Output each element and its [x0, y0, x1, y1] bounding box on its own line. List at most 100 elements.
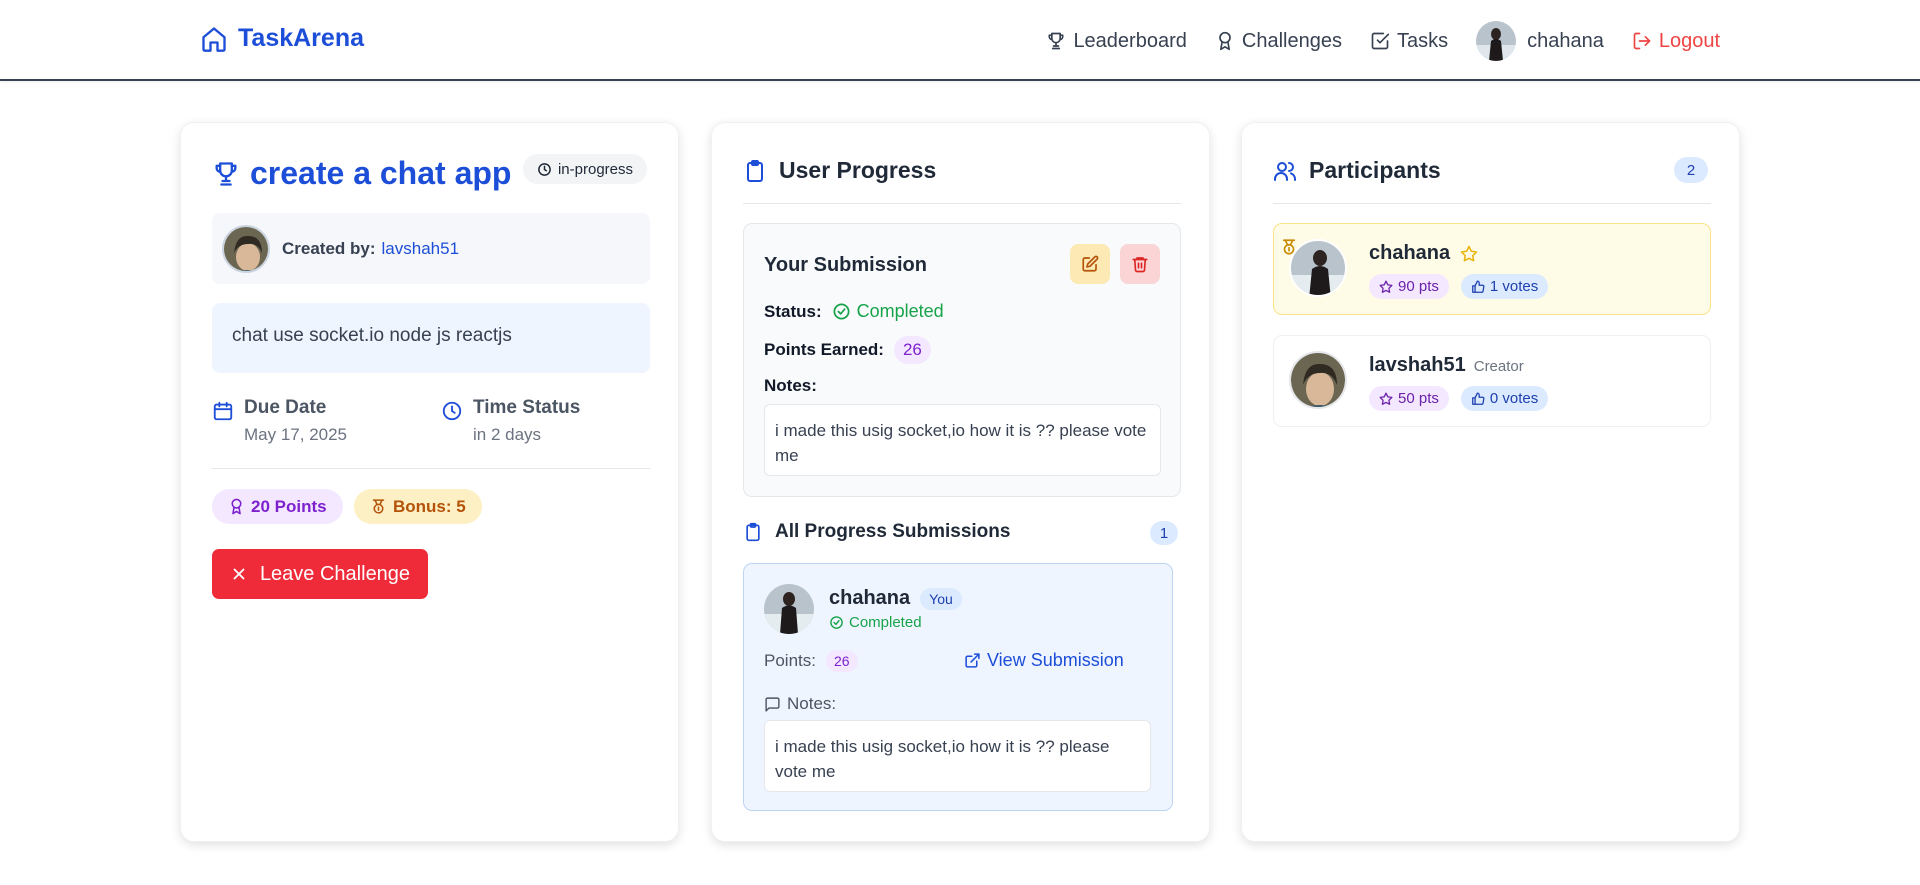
star-icon [1379, 280, 1393, 294]
brand-name: TaskArena [238, 24, 364, 52]
creator-avatar [222, 224, 270, 273]
due-date-block: Due Date May 17, 2025 [212, 397, 347, 445]
star-icon [1460, 245, 1478, 263]
entry-notes-label-row: Notes: [764, 694, 836, 714]
award-icon [228, 498, 245, 515]
trophy-icon [212, 160, 240, 188]
brand-link[interactable]: TaskArena [200, 24, 364, 53]
status-label: in-progress [557, 160, 633, 178]
logout-button[interactable]: Logout [1632, 30, 1720, 53]
user-progress-heading-row: User Progress [743, 157, 936, 184]
participant-votes[interactable]: 1 votes [1460, 274, 1549, 299]
created-by-label: Created by: [282, 238, 376, 258]
due-date-label: Due Date [244, 397, 327, 418]
points-badge: 20 Points [212, 489, 343, 524]
points-earned-row: Points Earned: 26 [764, 336, 931, 364]
clock-icon [537, 162, 552, 177]
your-submission-title: Your Submission [764, 254, 927, 276]
participant-points-value: 50 pts [1398, 390, 1439, 407]
all-submissions-heading: All Progress Submissions [775, 521, 1011, 542]
submission-entry: chahana You Completed Points: 26 View Su… [743, 563, 1173, 811]
all-submissions-heading-row: All Progress Submissions [743, 521, 1010, 543]
challenge-description: chat use socket.io node js reactjs [212, 303, 650, 373]
divider [743, 203, 1181, 204]
creator-link[interactable]: lavshah51 [382, 239, 460, 259]
nav-challenges[interactable]: Challenges [1215, 30, 1342, 53]
time-status-value: in 2 days [473, 425, 542, 444]
delete-submission-button[interactable] [1120, 244, 1160, 284]
message-icon [764, 696, 781, 713]
view-submission-label: View Submission [987, 650, 1124, 670]
participant-row[interactable]: lavshah51 Creator 50 pts 0 votes [1273, 335, 1711, 427]
nav-tasks[interactable]: Tasks [1370, 30, 1448, 53]
calendar-icon [212, 400, 234, 445]
avatar [1289, 351, 1347, 409]
check-circle-icon [829, 615, 844, 630]
award-icon [1215, 31, 1235, 51]
participant-name: lavshah51 [1369, 354, 1466, 376]
divider [212, 468, 650, 469]
participant-votes-value: 0 votes [1489, 390, 1539, 407]
edit-icon [1081, 255, 1099, 273]
nav-challenges-label: Challenges [1241, 29, 1342, 52]
participants-card: Participants 2 chahana 90 pts 1 votes la… [1241, 122, 1740, 842]
nav-leaderboard-label: Leaderboard [1073, 29, 1187, 52]
status-badge: in-progress [522, 154, 647, 184]
leave-challenge-button[interactable]: Leave Challenge [212, 549, 428, 599]
checkbox-icon [1370, 31, 1390, 51]
entry-points-row: Points: 26 [764, 650, 858, 672]
thumbs-up-icon [1471, 280, 1485, 294]
external-link-icon [964, 652, 981, 669]
nav-tasks-label: Tasks [1396, 29, 1449, 52]
participant-votes[interactable]: 0 votes [1460, 386, 1549, 411]
clipboard-icon [743, 159, 767, 183]
notes-label: Notes: [764, 376, 817, 395]
participant-points-value: 90 pts [1398, 278, 1439, 295]
top-navbar: TaskArena Leaderboard Challenges Tasks c… [0, 0, 1920, 81]
your-submission-box: Your Submission Status: Completed Points… [743, 223, 1181, 497]
creator-tag: Creator [1473, 358, 1524, 375]
avatar [1289, 239, 1347, 297]
challenge-title-row: create a chat app [212, 155, 511, 192]
check-circle-icon [832, 302, 851, 321]
entry-points-label: Points: [764, 651, 816, 670]
participant-row[interactable]: chahana 90 pts 1 votes [1273, 223, 1711, 315]
leave-challenge-label: Leave Challenge [259, 562, 411, 585]
avatar [1476, 21, 1517, 61]
logout-icon [1632, 31, 1652, 51]
star-icon [1379, 392, 1393, 406]
view-submission-link[interactable]: View Submission [964, 650, 1124, 671]
notes-row: Notes: [764, 376, 817, 396]
entry-username: chahana [829, 587, 911, 609]
status-label: Status: [764, 301, 822, 321]
submission-status-row: Status: Completed [764, 301, 944, 322]
trash-icon [1131, 255, 1149, 273]
points-label: 20 Points [251, 496, 327, 516]
points-earned-value: 26 [893, 336, 931, 364]
creator-box: Created by: lavshah51 [212, 213, 650, 284]
participant-points: 90 pts [1369, 274, 1449, 299]
bonus-label: Bonus: 5 [393, 496, 466, 516]
trophy-icon [1046, 31, 1066, 51]
user-progress-heading: User Progress [779, 157, 937, 183]
nav-leaderboard[interactable]: Leaderboard [1046, 29, 1187, 53]
time-status-block: Time Status in 2 days [441, 397, 580, 445]
edit-submission-button[interactable] [1070, 244, 1110, 284]
participants-heading: Participants [1309, 157, 1441, 183]
entry-points-value: 26 [825, 650, 858, 672]
bonus-badge: Bonus: 5 [354, 489, 482, 524]
participant-votes-value: 1 votes [1489, 278, 1539, 295]
status-value: Completed [856, 301, 944, 321]
participants-count-badge: 2 [1674, 157, 1708, 183]
time-status-label: Time Status [473, 397, 581, 418]
nav-username: chahana [1527, 29, 1604, 52]
points-earned-label: Points Earned: [764, 340, 884, 359]
clock-icon [441, 400, 463, 445]
close-icon [230, 565, 248, 583]
nav-user-profile[interactable]: chahana [1476, 21, 1604, 61]
entry-notes-label: Notes: [787, 694, 837, 713]
thumbs-up-icon [1471, 392, 1485, 406]
entry-notes: i made this usig socket,io how it is ?? … [764, 720, 1151, 792]
users-icon [1273, 159, 1297, 183]
submissions-count-badge: 1 [1150, 521, 1178, 545]
